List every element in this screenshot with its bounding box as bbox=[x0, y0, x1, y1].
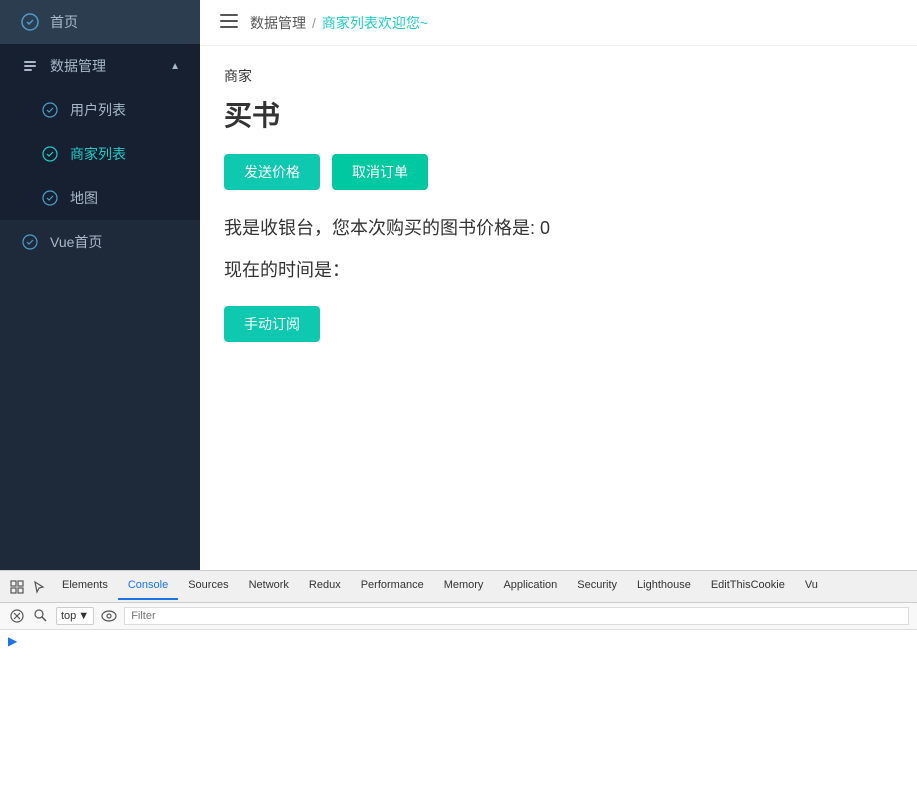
main-content: 数据管理 / 商家列表欢迎您~ 商家 买书 发送价格 取消订单 我是收银台，您本… bbox=[200, 0, 917, 570]
devtools-panel: Elements Console Sources Network Redux P… bbox=[0, 570, 917, 809]
sidebar-item-merchant-list[interactable]: 商家列表 bbox=[0, 132, 200, 176]
devtools-tab-redux[interactable]: Redux bbox=[299, 573, 351, 600]
topbar: 数据管理 / 商家列表欢迎您~ bbox=[200, 0, 917, 46]
devtools-inspect-icon[interactable] bbox=[8, 578, 26, 596]
page-title: 买书 bbox=[224, 94, 893, 134]
sidebar-item-vue-home[interactable]: Vue首页 bbox=[0, 220, 200, 264]
devtools-tab-performance[interactable]: Performance bbox=[351, 573, 434, 600]
devtools-tab-lighthouse[interactable]: Lighthouse bbox=[627, 573, 701, 600]
page-body: 商家 买书 发送价格 取消订单 我是收银台，您本次购买的图书价格是: 0 现在的… bbox=[200, 46, 917, 386]
send-price-button[interactable]: 发送价格 bbox=[224, 154, 320, 190]
vue-home-icon bbox=[20, 232, 40, 252]
devtools-console-toolbar: top ▼ bbox=[0, 603, 917, 630]
devtools-clear-icon[interactable] bbox=[8, 607, 26, 625]
hamburger-icon[interactable] bbox=[220, 12, 238, 33]
sidebar-item-user-list-label: 用户列表 bbox=[70, 100, 126, 120]
sidebar-item-vue-home-label: Vue首页 bbox=[50, 232, 102, 252]
user-list-icon bbox=[40, 100, 60, 120]
sidebar-item-merchant-list-label: 商家列表 bbox=[70, 144, 126, 164]
devtools-context-selector[interactable]: top ▼ bbox=[56, 607, 94, 625]
devtools-tab-sources[interactable]: Sources bbox=[178, 573, 238, 600]
sidebar: 首页 数据管理 ▲ bbox=[0, 0, 200, 570]
devtools-filter-input[interactable] bbox=[124, 607, 909, 625]
devtools-context-value: top bbox=[61, 610, 76, 622]
devtools-tab-memory[interactable]: Memory bbox=[434, 573, 494, 600]
sidebar-submenu-data-management: 用户列表 商家列表 地图 bbox=[0, 88, 200, 220]
devtools-icons-left bbox=[4, 578, 52, 596]
devtools-tab-vue[interactable]: Vu bbox=[795, 573, 828, 600]
breadcrumb-separator: / bbox=[312, 15, 316, 31]
manual-order-button[interactable]: 手动订阅 bbox=[224, 306, 320, 342]
sidebar-item-data-management-label: 数据管理 bbox=[50, 56, 106, 76]
data-management-icon bbox=[20, 56, 40, 76]
sidebar-item-map-label: 地图 bbox=[70, 188, 98, 208]
breadcrumb-parent: 数据管理 bbox=[250, 13, 306, 33]
devtools-tab-application[interactable]: Application bbox=[493, 573, 567, 600]
manual-order-row: 手动订阅 bbox=[224, 306, 893, 342]
price-display: 我是收银台，您本次购买的图书价格是: 0 bbox=[224, 214, 893, 240]
devtools-context-dropdown-icon: ▼ bbox=[78, 610, 89, 622]
devtools-cursor-icon[interactable] bbox=[30, 578, 48, 596]
devtools-tab-elements[interactable]: Elements bbox=[52, 573, 118, 600]
devtools-tab-console[interactable]: Console bbox=[118, 573, 178, 600]
devtools-eye-icon[interactable] bbox=[100, 607, 118, 625]
data-management-chevron: ▲ bbox=[170, 61, 180, 72]
devtools-tabs: Elements Console Sources Network Redux P… bbox=[0, 571, 917, 603]
home-icon bbox=[20, 12, 40, 32]
map-icon bbox=[40, 188, 60, 208]
sidebar-item-home[interactable]: 首页 bbox=[0, 0, 200, 44]
cancel-order-button[interactable]: 取消订单 bbox=[332, 154, 428, 190]
devtools-console-body: ▶ bbox=[0, 630, 917, 809]
breadcrumb: 数据管理 / 商家列表欢迎您~ bbox=[250, 13, 428, 33]
sidebar-item-user-list[interactable]: 用户列表 bbox=[0, 88, 200, 132]
time-display: 现在的时间是： bbox=[224, 256, 893, 282]
sidebar-item-map[interactable]: 地图 bbox=[0, 176, 200, 220]
console-caret: ▶ bbox=[8, 634, 17, 648]
sidebar-item-data-management[interactable]: 数据管理 ▲ bbox=[0, 44, 200, 88]
breadcrumb-current: 商家列表欢迎您~ bbox=[322, 13, 428, 33]
action-buttons: 发送价格 取消订单 bbox=[224, 154, 893, 190]
devtools-tab-network[interactable]: Network bbox=[239, 573, 299, 600]
page-subtitle: 商家 bbox=[224, 66, 893, 86]
devtools-filter-icon[interactable] bbox=[32, 607, 50, 625]
devtools-tab-edit-cookie[interactable]: EditThisCookie bbox=[701, 573, 795, 600]
merchant-list-icon bbox=[40, 144, 60, 164]
devtools-tab-security[interactable]: Security bbox=[567, 573, 627, 600]
sidebar-item-home-label: 首页 bbox=[50, 12, 78, 32]
